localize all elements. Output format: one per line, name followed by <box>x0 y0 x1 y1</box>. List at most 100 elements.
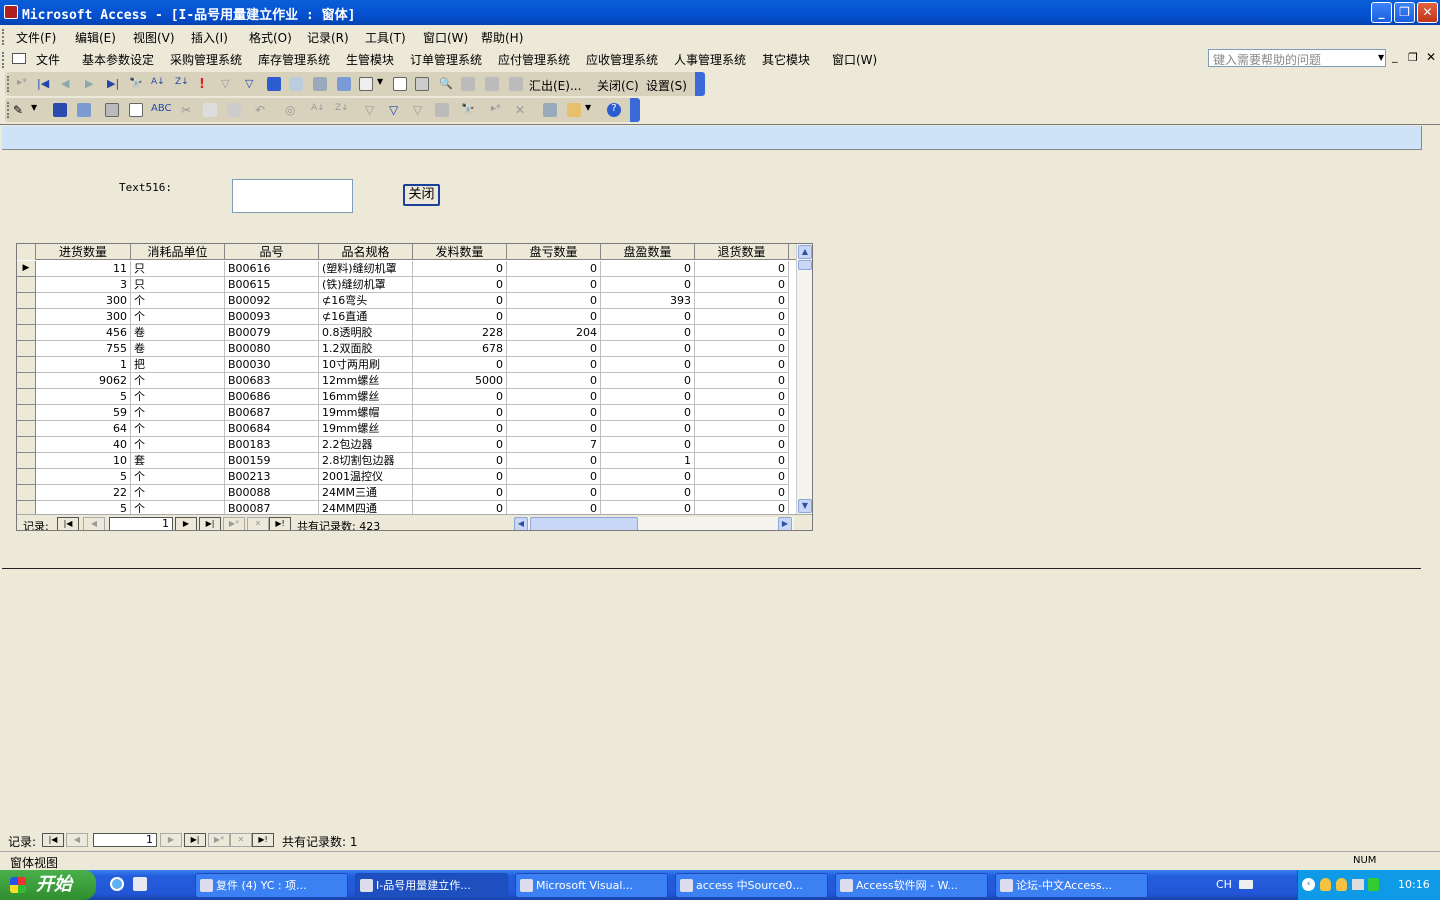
export-button[interactable]: 汇出(E)... <box>529 77 581 94</box>
design-view-icon[interactable]: ✎ <box>13 103 27 117</box>
cmd-production[interactable]: 生管模块 <box>346 51 394 68</box>
table-cell[interactable]: 0 <box>601 357 695 373</box>
table-cell[interactable]: 678 <box>413 341 507 357</box>
single-form-icon[interactable] <box>267 77 281 91</box>
column-header[interactable]: 退货数量 <box>695 244 789 260</box>
next-record-icon[interactable]: ▶ <box>85 77 99 91</box>
table-cell[interactable]: B00687 <box>225 405 319 421</box>
table-cell[interactable]: B00079 <box>225 325 319 341</box>
table-cell[interactable]: 0 <box>695 341 789 357</box>
record-selector[interactable] <box>17 325 36 341</box>
menu-edit[interactable]: 编辑(E) <box>75 29 116 46</box>
table-row[interactable]: 456 卷 B00079 0.8透明胶 228 204 0 0 <box>17 325 797 341</box>
file-search-icon[interactable] <box>77 103 91 117</box>
table-cell[interactable]: 12mm螺丝 <box>319 373 413 389</box>
column-header[interactable]: 盘盈数量 <box>601 244 695 260</box>
table-row[interactable]: 755 卷 B00080 1.2双面胶 678 0 0 0 <box>17 341 797 357</box>
table-row[interactable]: 9062 个 B00683 12mm螺丝 5000 0 0 0 <box>17 373 797 389</box>
table-cell[interactable]: 0 <box>601 325 695 341</box>
record-selector[interactable] <box>17 357 36 373</box>
table-cell[interactable]: B00093 <box>225 309 319 325</box>
table-cell[interactable]: 0 <box>695 389 789 405</box>
datasheet-icon[interactable] <box>313 77 327 91</box>
column-header[interactable]: 发料数量 <box>413 244 507 260</box>
table-row[interactable]: 10 套 B00159 2.8切割包边器 0 0 1 0 <box>17 453 797 469</box>
taskbar-item[interactable]: Microsoft Visual... <box>515 873 668 898</box>
table-cell[interactable]: B00080 <box>225 341 319 357</box>
table-cell[interactable]: 0 <box>413 293 507 309</box>
taskbar-item[interactable]: access 中Source0... <box>675 873 828 898</box>
table-cell[interactable]: 0 <box>695 405 789 421</box>
print-preview-icon[interactable] <box>393 77 407 91</box>
sort-desc-icon[interactable]: Z↓ <box>175 77 189 91</box>
table-row[interactable]: 3 只 B00615 (铁)缝纫机罩 0 0 0 0 <box>17 277 797 293</box>
restore-button[interactable]: ❐ <box>1394 2 1415 23</box>
table-cell[interactable]: 0 <box>695 325 789 341</box>
table-cell[interactable]: 个 <box>131 389 225 405</box>
table-cell[interactable]: 只 <box>131 277 225 293</box>
copy-icon[interactable] <box>203 103 217 117</box>
table-cell[interactable]: 0 <box>695 357 789 373</box>
table-cell[interactable]: B00183 <box>225 437 319 453</box>
taskbar-item[interactable]: 论坛-中文Access... <box>995 873 1148 898</box>
menu-view[interactable]: 视图(V) <box>133 29 175 46</box>
table-cell[interactable]: 0 <box>507 261 601 277</box>
table-cell[interactable]: ⊄16直通 <box>319 309 413 325</box>
table-cell[interactable]: 0 <box>413 405 507 421</box>
spelling-icon[interactable]: ABC <box>151 103 172 117</box>
vertical-scrollbar[interactable]: ▲ ▼ <box>796 244 812 514</box>
table-cell[interactable]: 10寸两用刷 <box>319 357 413 373</box>
close-window-button[interactable]: ✕ <box>1417 2 1438 23</box>
menu-tools[interactable]: 工具(T) <box>365 29 406 46</box>
qq-icon[interactable] <box>1336 878 1347 891</box>
table-cell[interactable]: 2.8切割包边器 <box>319 453 413 469</box>
table-cell[interactable]: 2.2包边器 <box>319 437 413 453</box>
table-row[interactable]: 5 个 B00213 2001温控仪 0 0 0 0 <box>17 469 797 485</box>
cmd-payables[interactable]: 应付管理系统 <box>498 51 570 68</box>
table-cell[interactable]: 个 <box>131 437 225 453</box>
prev-record-button[interactable]: ◀ <box>66 833 88 847</box>
table-cell[interactable]: 个 <box>131 421 225 437</box>
column-header[interactable]: 盘亏数量 <box>507 244 601 260</box>
close-toolbar-button[interactable]: 关闭(C) <box>597 77 639 94</box>
table-cell[interactable]: 59 <box>36 405 131 421</box>
print-icon[interactable] <box>415 77 429 91</box>
table-cell[interactable]: B00159 <box>225 453 319 469</box>
record-selector[interactable] <box>17 277 36 293</box>
column-header[interactable]: 消耗品单位 <box>131 244 225 260</box>
table-cell[interactable]: B00615 <box>225 277 319 293</box>
record-selector[interactable] <box>17 453 36 469</box>
first-record-button[interactable]: |◀ <box>42 833 64 847</box>
table-cell[interactable]: 0 <box>601 421 695 437</box>
column-header[interactable]: 品名规格 <box>319 244 413 260</box>
ie-quicklaunch-icon[interactable] <box>110 877 124 891</box>
advanced-filter-icon[interactable] <box>435 103 449 117</box>
print-preview-icon[interactable] <box>129 103 143 117</box>
database-window-icon[interactable] <box>543 103 557 117</box>
record-menu-button[interactable]: ▶! <box>252 833 274 847</box>
alert-icon[interactable]: ! <box>199 77 213 92</box>
table-cell[interactable]: 0 <box>601 405 695 421</box>
table-cell[interactable]: 0 <box>507 357 601 373</box>
table-cell[interactable]: 10 <box>36 453 131 469</box>
tray-collapse-icon[interactable]: ‹ <box>1302 878 1315 891</box>
table-cell[interactable]: 228 <box>413 325 507 341</box>
first-record-button[interactable]: |◀ <box>57 517 79 530</box>
record-selector[interactable] <box>17 389 36 405</box>
table-cell[interactable]: 0 <box>601 437 695 453</box>
table-cell[interactable]: 0 <box>507 309 601 325</box>
new-record-button[interactable]: ▶* <box>208 833 230 847</box>
record-selector[interactable] <box>17 309 36 325</box>
prev-record-button[interactable]: ◀ <box>83 517 105 530</box>
table-cell[interactable]: 0 <box>601 373 695 389</box>
two-page-icon[interactable] <box>485 77 499 91</box>
record-selector[interactable] <box>17 341 36 357</box>
table-cell[interactable]: 0 <box>601 309 695 325</box>
sort-asc-icon[interactable]: A↓ <box>311 103 325 117</box>
horizontal-scroll-thumb[interactable] <box>530 517 638 530</box>
table-cell[interactable]: 19mm螺丝 <box>319 421 413 437</box>
settings-button[interactable]: 设置(S) <box>646 77 687 94</box>
delete-record-button[interactable]: ✕ <box>230 833 252 847</box>
table-cell[interactable]: 0 <box>695 261 789 277</box>
taskbar-item[interactable]: 复件 (4) YC : 项... <box>195 873 348 898</box>
